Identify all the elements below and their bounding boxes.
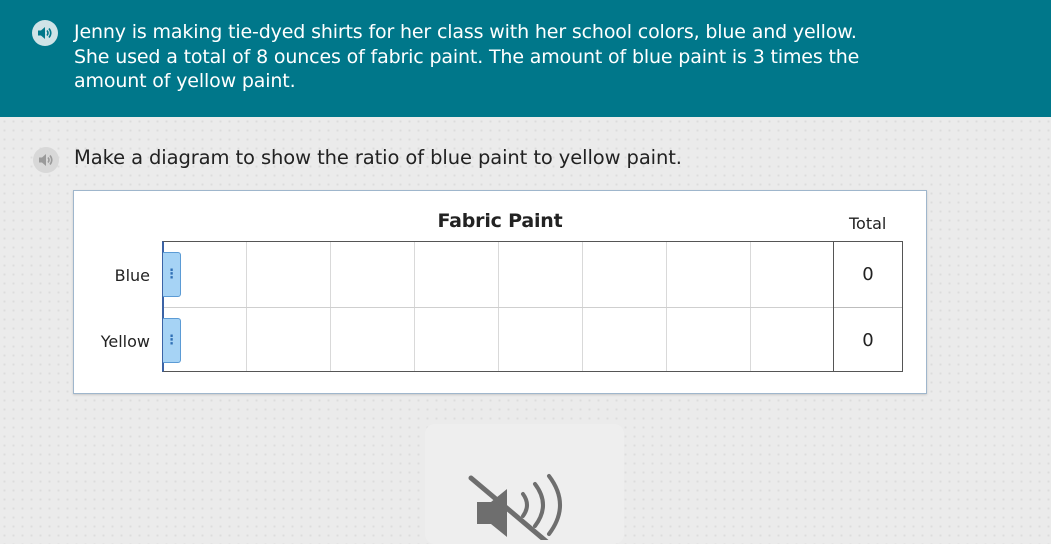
tape-grid: ⋮ ⋮ xyxy=(162,241,834,372)
speaker-icon xyxy=(38,27,52,39)
problem-text: Jenny is making tie-dyed shirts for her … xyxy=(74,21,860,92)
totals-divider xyxy=(834,307,902,308)
audio-muted-card[interactable] xyxy=(425,424,624,544)
diagram-title: Fabric Paint xyxy=(437,210,563,232)
row-label-blue: Blue xyxy=(114,266,150,285)
prompt-header: Jenny is making tie-dyed shirts for her … xyxy=(0,0,1051,117)
yellow-total-value: 0 xyxy=(862,330,874,351)
drag-dots-icon: ⋮ xyxy=(165,333,178,348)
tape-diagram-panel: Fabric Paint Total Blue Yellow ⋮ ⋮ 0 0 xyxy=(73,190,927,394)
blue-row-drag-handle[interactable]: ⋮ xyxy=(163,252,181,297)
drag-dots-icon: ⋮ xyxy=(165,267,178,282)
yellow-row-drag-handle[interactable]: ⋮ xyxy=(163,318,181,363)
question-read-aloud-button[interactable] xyxy=(33,147,59,173)
row-divider xyxy=(164,307,833,308)
question-text: Make a diagram to show the ratio of blue… xyxy=(74,146,682,169)
blue-total-value: 0 xyxy=(862,264,874,285)
totals-column: 0 0 xyxy=(833,241,903,372)
total-column-label: Total xyxy=(849,214,887,233)
muted-speaker-icon xyxy=(468,474,562,540)
row-label-yellow: Yellow xyxy=(100,332,150,351)
speaker-icon xyxy=(39,154,53,166)
read-aloud-button[interactable] xyxy=(32,20,58,46)
